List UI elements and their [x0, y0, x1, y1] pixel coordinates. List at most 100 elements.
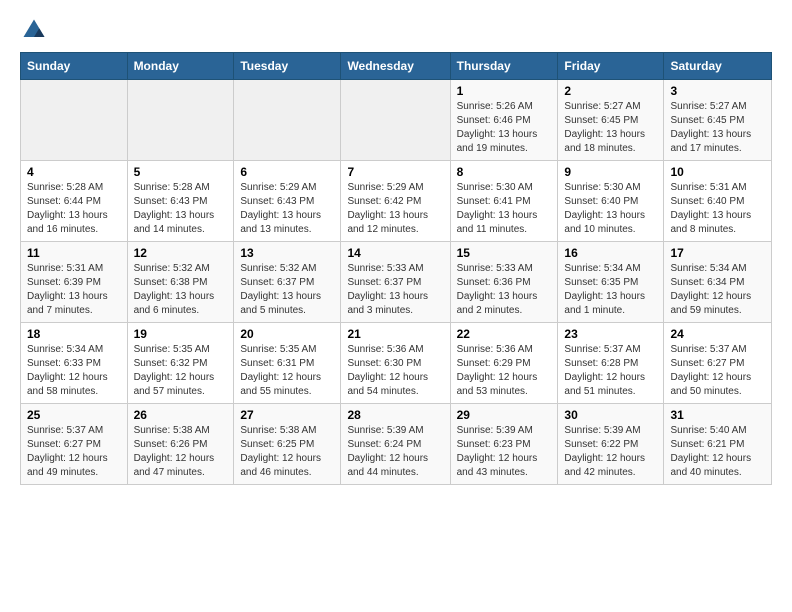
- day-info: Sunrise: 5:36 AM Sunset: 6:30 PM Dayligh…: [347, 343, 443, 399]
- day-number: 28: [347, 408, 443, 422]
- day-info: Sunrise: 5:35 AM Sunset: 6:32 PM Dayligh…: [134, 343, 228, 399]
- calendar-cell: 13 Sunrise: 5:32 AM Sunset: 6:37 PM Dayli…: [234, 242, 341, 323]
- day-info: Sunrise: 5:28 AM Sunset: 6:44 PM Dayligh…: [27, 181, 121, 237]
- calendar-cell: 21 Sunrise: 5:36 AM Sunset: 6:30 PM Dayli…: [341, 323, 450, 404]
- day-number: 30: [564, 408, 657, 422]
- calendar-cell: 1Sunrise: 5:26 AM Sunset: 6:46 PM Daylig…: [450, 80, 558, 161]
- calendar-cell: 14Sunrise: 5:33 AM Sunset: 6:37 PM Dayli…: [341, 242, 450, 323]
- day-number: 13: [240, 246, 334, 260]
- day-info: Sunrise: 5:31 AM Sunset: 6:40 PM Dayligh…: [670, 181, 765, 237]
- day-number: 26: [134, 408, 228, 422]
- day-info: Sunrise: 5:37 AM Sunset: 6:27 PM Dayligh…: [670, 343, 765, 399]
- day-info: Sunrise: 5:32 AM Sunset: 6:37 PM Dayligh…: [240, 262, 334, 318]
- calendar-table: SundayMondayTuesdayWednesdayThursdayFrid…: [20, 52, 772, 485]
- day-info: Sunrise: 5:39 AM Sunset: 6:24 PM Dayligh…: [347, 424, 443, 480]
- day-number: 6: [240, 165, 334, 179]
- calendar-cell: 5 Sunrise: 5:28 AM Sunset: 6:43 PM Daylig…: [127, 161, 234, 242]
- calendar-cell: 12 Sunrise: 5:32 AM Sunset: 6:38 PM Dayli…: [127, 242, 234, 323]
- calendar-cell: 11 Sunrise: 5:31 AM Sunset: 6:39 PM Dayli…: [21, 242, 128, 323]
- calendar-week-row: 18 Sunrise: 5:34 AM Sunset: 6:33 PM Dayli…: [21, 323, 772, 404]
- day-info: Sunrise: 5:34 AM Sunset: 6:33 PM Dayligh…: [27, 343, 121, 399]
- calendar-cell: 9 Sunrise: 5:30 AM Sunset: 6:40 PM Daylig…: [558, 161, 664, 242]
- day-info: Sunrise: 5:37 AM Sunset: 6:27 PM Dayligh…: [27, 424, 121, 480]
- weekday-header-wednesday: Wednesday: [341, 53, 450, 80]
- day-info: Sunrise: 5:34 AM Sunset: 6:35 PM Dayligh…: [564, 262, 657, 318]
- weekday-header-thursday: Thursday: [450, 53, 558, 80]
- day-info: Sunrise: 5:29 AM Sunset: 6:42 PM Dayligh…: [347, 181, 443, 237]
- day-info: Sunrise: 5:27 AM Sunset: 6:45 PM Dayligh…: [564, 100, 657, 156]
- calendar-cell: 24Sunrise: 5:37 AM Sunset: 6:27 PM Dayli…: [664, 323, 772, 404]
- day-info: Sunrise: 5:30 AM Sunset: 6:40 PM Dayligh…: [564, 181, 657, 237]
- day-info: Sunrise: 5:31 AM Sunset: 6:39 PM Dayligh…: [27, 262, 121, 318]
- day-number: 12: [134, 246, 228, 260]
- calendar-cell: 19 Sunrise: 5:35 AM Sunset: 6:32 PM Dayli…: [127, 323, 234, 404]
- day-number: 16: [564, 246, 657, 260]
- day-number: 23: [564, 327, 657, 341]
- day-number: 20: [240, 327, 334, 341]
- day-number: 2: [564, 84, 657, 98]
- day-info: Sunrise: 5:35 AM Sunset: 6:31 PM Dayligh…: [240, 343, 334, 399]
- day-info: Sunrise: 5:40 AM Sunset: 6:21 PM Dayligh…: [670, 424, 765, 480]
- day-number: 17: [670, 246, 765, 260]
- day-info: Sunrise: 5:37 AM Sunset: 6:28 PM Dayligh…: [564, 343, 657, 399]
- page-header: [20, 16, 772, 44]
- calendar-cell: 10 Sunrise: 5:31 AM Sunset: 6:40 PM Dayli…: [664, 161, 772, 242]
- day-info: Sunrise: 5:38 AM Sunset: 6:25 PM Dayligh…: [240, 424, 334, 480]
- calendar-week-row: 1Sunrise: 5:26 AM Sunset: 6:46 PM Daylig…: [21, 80, 772, 161]
- day-number: 25: [27, 408, 121, 422]
- day-info: Sunrise: 5:33 AM Sunset: 6:37 PM Dayligh…: [347, 262, 443, 318]
- weekday-header-sunday: Sunday: [21, 53, 128, 80]
- calendar-cell: [21, 80, 128, 161]
- calendar-cell: 18 Sunrise: 5:34 AM Sunset: 6:33 PM Dayli…: [21, 323, 128, 404]
- weekday-header-monday: Monday: [127, 53, 234, 80]
- calendar-cell: [341, 80, 450, 161]
- day-number: 3: [670, 84, 765, 98]
- calendar-week-row: 11 Sunrise: 5:31 AM Sunset: 6:39 PM Dayli…: [21, 242, 772, 323]
- day-number: 4: [27, 165, 121, 179]
- calendar-cell: [234, 80, 341, 161]
- day-info: Sunrise: 5:39 AM Sunset: 6:23 PM Dayligh…: [457, 424, 552, 480]
- calendar-week-row: 25 Sunrise: 5:37 AM Sunset: 6:27 PM Dayli…: [21, 404, 772, 485]
- day-number: 27: [240, 408, 334, 422]
- calendar-cell: 4 Sunrise: 5:28 AM Sunset: 6:44 PM Daylig…: [21, 161, 128, 242]
- day-info: Sunrise: 5:34 AM Sunset: 6:34 PM Dayligh…: [670, 262, 765, 318]
- logo-icon: [20, 16, 48, 44]
- day-info: Sunrise: 5:32 AM Sunset: 6:38 PM Dayligh…: [134, 262, 228, 318]
- calendar-cell: 2 Sunrise: 5:27 AM Sunset: 6:45 PM Daylig…: [558, 80, 664, 161]
- calendar-cell: 17 Sunrise: 5:34 AM Sunset: 6:34 PM Dayli…: [664, 242, 772, 323]
- day-number: 22: [457, 327, 552, 341]
- day-number: 10: [670, 165, 765, 179]
- calendar-cell: 22 Sunrise: 5:36 AM Sunset: 6:29 PM Dayli…: [450, 323, 558, 404]
- day-number: 11: [27, 246, 121, 260]
- calendar-cell: 31Sunrise: 5:40 AM Sunset: 6:21 PM Dayli…: [664, 404, 772, 485]
- day-number: 5: [134, 165, 228, 179]
- calendar-cell: 30Sunrise: 5:39 AM Sunset: 6:22 PM Dayli…: [558, 404, 664, 485]
- logo: [20, 16, 52, 44]
- weekday-header-saturday: Saturday: [664, 53, 772, 80]
- day-number: 9: [564, 165, 657, 179]
- day-number: 7: [347, 165, 443, 179]
- weekday-header-row: SundayMondayTuesdayWednesdayThursdayFrid…: [21, 53, 772, 80]
- day-number: 8: [457, 165, 552, 179]
- weekday-header-tuesday: Tuesday: [234, 53, 341, 80]
- calendar-cell: 28 Sunrise: 5:39 AM Sunset: 6:24 PM Dayli…: [341, 404, 450, 485]
- calendar-cell: 15Sunrise: 5:33 AM Sunset: 6:36 PM Dayli…: [450, 242, 558, 323]
- day-info: Sunrise: 5:36 AM Sunset: 6:29 PM Dayligh…: [457, 343, 552, 399]
- weekday-header-friday: Friday: [558, 53, 664, 80]
- day-number: 18: [27, 327, 121, 341]
- calendar-cell: 7 Sunrise: 5:29 AM Sunset: 6:42 PM Daylig…: [341, 161, 450, 242]
- calendar-cell: [127, 80, 234, 161]
- calendar-cell: 3 Sunrise: 5:27 AM Sunset: 6:45 PM Daylig…: [664, 80, 772, 161]
- day-info: Sunrise: 5:33 AM Sunset: 6:36 PM Dayligh…: [457, 262, 552, 318]
- calendar-cell: 16 Sunrise: 5:34 AM Sunset: 6:35 PM Dayli…: [558, 242, 664, 323]
- day-number: 21: [347, 327, 443, 341]
- day-info: Sunrise: 5:30 AM Sunset: 6:41 PM Dayligh…: [457, 181, 552, 237]
- calendar-cell: 8 Sunrise: 5:30 AM Sunset: 6:41 PM Daylig…: [450, 161, 558, 242]
- day-info: Sunrise: 5:27 AM Sunset: 6:45 PM Dayligh…: [670, 100, 765, 156]
- day-number: 19: [134, 327, 228, 341]
- day-info: Sunrise: 5:28 AM Sunset: 6:43 PM Dayligh…: [134, 181, 228, 237]
- calendar-cell: 25 Sunrise: 5:37 AM Sunset: 6:27 PM Dayli…: [21, 404, 128, 485]
- calendar-cell: 6Sunrise: 5:29 AM Sunset: 6:43 PM Daylig…: [234, 161, 341, 242]
- day-number: 1: [457, 84, 552, 98]
- calendar-cell: 23 Sunrise: 5:37 AM Sunset: 6:28 PM Dayli…: [558, 323, 664, 404]
